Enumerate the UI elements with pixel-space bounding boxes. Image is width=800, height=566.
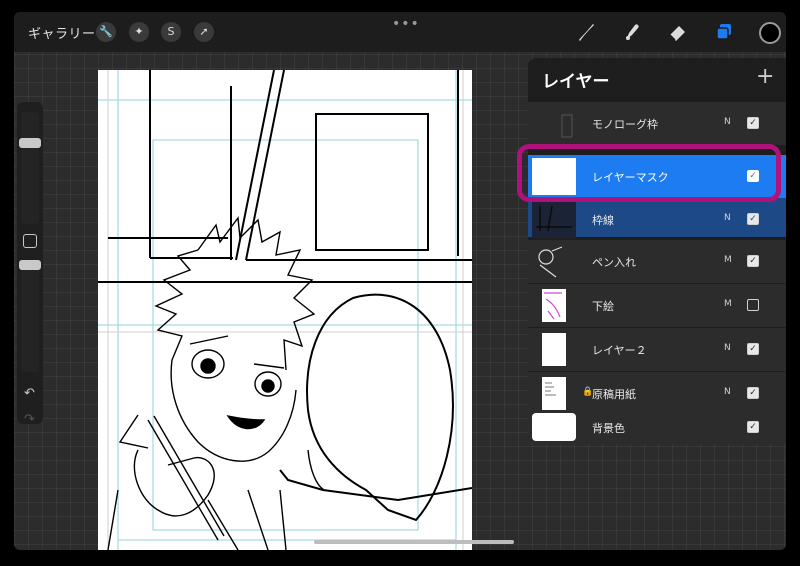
blend-mode-label[interactable]: N: [724, 343, 731, 353]
layer-thumbnail: [532, 287, 576, 324]
visibility-checkbox[interactable]: ✓: [747, 255, 759, 267]
layer-name: 枠線: [592, 214, 614, 227]
layer-row-sketch[interactable]: 下絵 M: [528, 284, 786, 327]
blend-mode-label[interactable]: N: [724, 387, 731, 397]
eraser-icon[interactable]: [666, 20, 690, 44]
gallery-button[interactable]: ギャラリー: [28, 23, 96, 42]
magic-wand-icon[interactable]: ✦: [129, 22, 149, 42]
opacity-thumb[interactable]: [19, 260, 41, 270]
highlight-annotation: [517, 144, 781, 202]
layer-thumbnail: [532, 105, 576, 142]
layer-thumbnail: [532, 243, 576, 280]
visibility-checkbox[interactable]: [747, 299, 759, 311]
brush-size-slider[interactable]: [19, 112, 41, 224]
layer-row-background-color[interactable]: 背景色 ✓: [528, 410, 786, 444]
blend-mode-label[interactable]: M: [724, 299, 732, 309]
layer-row-monologue-frame[interactable]: モノローグ枠 N ✓: [528, 102, 786, 145]
transform-arrow-icon[interactable]: ➚: [194, 22, 214, 42]
visibility-checkbox[interactable]: ✓: [747, 421, 759, 433]
layer-thumbnail: [532, 413, 576, 441]
home-indicator[interactable]: [314, 540, 514, 544]
layer-thumbnail: [532, 375, 576, 412]
layer-row-manuscript-paper[interactable]: 🔒 原稿用紙 N ✓: [528, 372, 786, 415]
procreate-window: ギャラリー 🔧 ✦ S ➚ ••• ↶ ↷ レイヤー + モノローグ枠 N ✓ …: [14, 12, 786, 550]
wrench-icon[interactable]: 🔧: [96, 22, 116, 42]
top-toolbar: ギャラリー 🔧 ✦ S ➚ •••: [14, 12, 786, 52]
visibility-checkbox[interactable]: ✓: [747, 117, 759, 129]
more-options-icon[interactable]: •••: [392, 16, 420, 32]
visibility-checkbox[interactable]: ✓: [747, 343, 759, 355]
layers-panel: レイヤー + モノローグ枠 N ✓ レイヤーマスク ✓ 枠線 N ✓ ペン入れ …: [528, 58, 786, 444]
modify-button[interactable]: [23, 234, 37, 248]
layer-name: 背景色: [592, 422, 625, 435]
layer-row-layer-2[interactable]: レイヤー２ N ✓: [528, 328, 786, 371]
layer-row-inking[interactable]: ペン入れ M ✓: [528, 240, 786, 283]
selection-icon[interactable]: S: [161, 22, 181, 42]
layer-name: 下絵: [592, 300, 614, 313]
layer-name: レイヤー２: [592, 344, 647, 357]
layer-name: モノローグ枠: [592, 118, 658, 131]
layers-icon[interactable]: [712, 20, 736, 44]
layer-name: 原稿用紙: [592, 388, 636, 401]
layer-row-frame-lines[interactable]: 枠線 N ✓: [528, 198, 786, 238]
blend-mode-label[interactable]: N: [724, 117, 731, 127]
opacity-slider[interactable]: [19, 260, 41, 372]
color-icon[interactable]: [759, 22, 781, 44]
layers-panel-title: レイヤー: [542, 72, 610, 92]
add-layer-icon[interactable]: +: [756, 64, 774, 89]
smudge-icon[interactable]: [620, 20, 644, 44]
blend-mode-label[interactable]: N: [724, 213, 731, 223]
manga-artwork: [98, 70, 472, 550]
layer-name: ペン入れ: [592, 256, 636, 269]
blend-mode-label[interactable]: M: [724, 255, 732, 265]
drawing-canvas[interactable]: [98, 70, 472, 550]
visibility-checkbox[interactable]: ✓: [747, 387, 759, 399]
layer-thumbnail: [532, 201, 576, 238]
undo-icon[interactable]: ↶: [24, 386, 35, 401]
left-sidebar: ↶ ↷: [17, 102, 43, 427]
brush-size-thumb[interactable]: [19, 138, 41, 148]
visibility-checkbox[interactable]: ✓: [747, 213, 759, 225]
brush-icon[interactable]: [574, 20, 598, 44]
redo-icon[interactable]: ↷: [24, 412, 35, 427]
layer-thumbnail: [532, 331, 576, 368]
